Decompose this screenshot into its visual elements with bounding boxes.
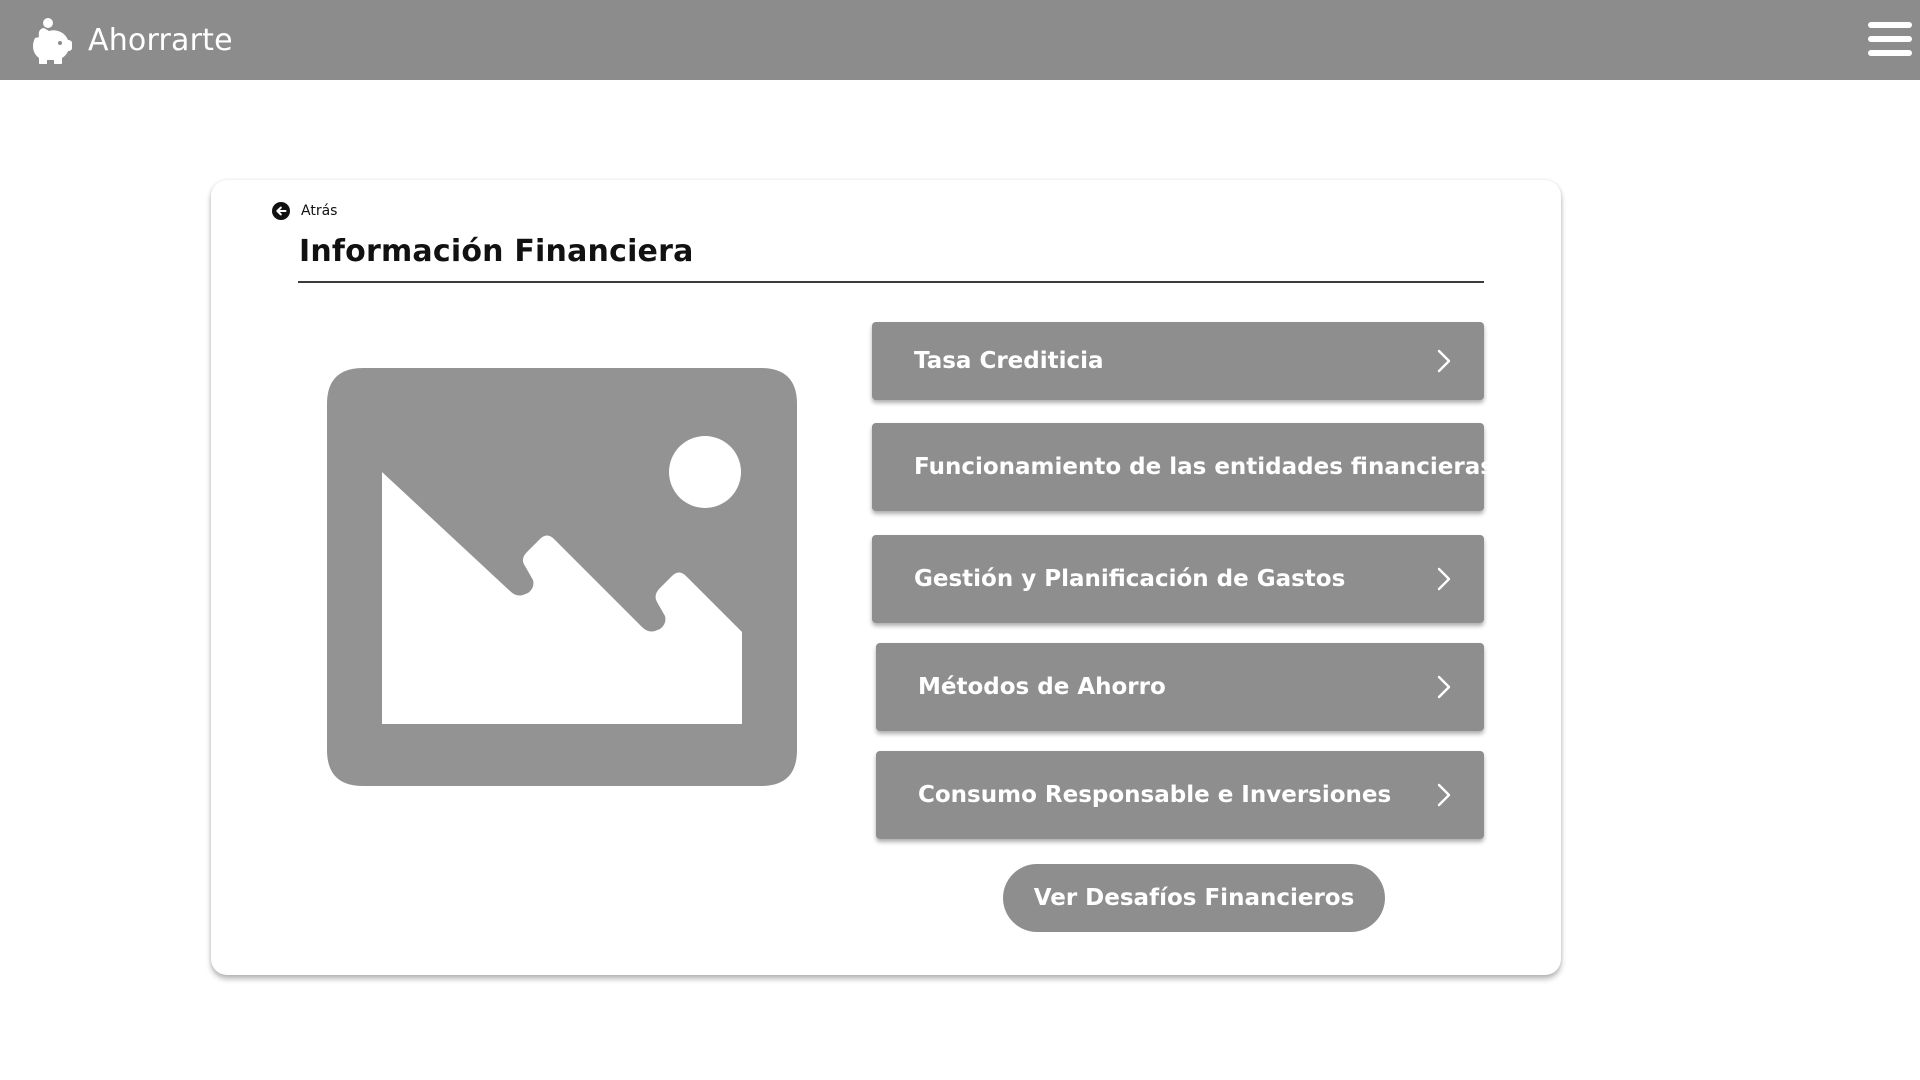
chevron-right-icon <box>1495 455 1509 479</box>
content-card: Atrás Información Financiera Tasa Credit… <box>211 180 1561 975</box>
topic-label: Tasa Crediticia <box>914 348 1104 374</box>
title-divider <box>298 281 1484 283</box>
chevron-right-icon <box>1437 675 1451 699</box>
topic-button-tasa-crediticia[interactable]: Tasa Crediticia <box>872 322 1484 400</box>
hamburger-menu-icon[interactable] <box>1864 18 1916 60</box>
brand-home-link[interactable]: Ahorrarte <box>26 14 233 66</box>
back-label: Atrás <box>301 203 338 219</box>
topic-label: Métodos de Ahorro <box>918 674 1166 700</box>
hamburger-line <box>1868 50 1912 56</box>
app-name: Ahorrarte <box>88 22 233 58</box>
image-placeholder-icon <box>327 368 797 786</box>
chevron-right-icon <box>1437 567 1451 591</box>
chevron-right-icon <box>1437 783 1451 807</box>
arrow-left-circle-icon <box>272 202 290 220</box>
piggy-bank-icon <box>33 18 72 64</box>
topic-label: Gestión y Planificación de Gastos <box>914 566 1346 592</box>
topic-label: Funcionamiento de las entidades financie… <box>914 454 1494 480</box>
topic-button-entidades-financieras[interactable]: Funcionamiento de las entidades financie… <box>872 423 1509 511</box>
hamburger-line <box>1868 22 1912 28</box>
topic-button-gestion-gastos[interactable]: Gestión y Planificación de Gastos <box>872 535 1484 623</box>
hamburger-line <box>1868 36 1912 42</box>
page-title: Información Financiera <box>299 234 694 269</box>
topic-button-consumo-inversiones[interactable]: Consumo Responsable e Inversiones <box>876 751 1484 839</box>
topic-label: Consumo Responsable e Inversiones <box>918 782 1392 808</box>
top-navigation-bar: Ahorrarte <box>0 0 1920 80</box>
back-link[interactable]: Atrás <box>272 202 337 220</box>
chevron-right-icon <box>1437 349 1451 373</box>
topic-button-metodos-ahorro[interactable]: Métodos de Ahorro <box>876 643 1484 731</box>
ver-desafios-button[interactable]: Ver Desafíos Financieros <box>1003 864 1385 932</box>
